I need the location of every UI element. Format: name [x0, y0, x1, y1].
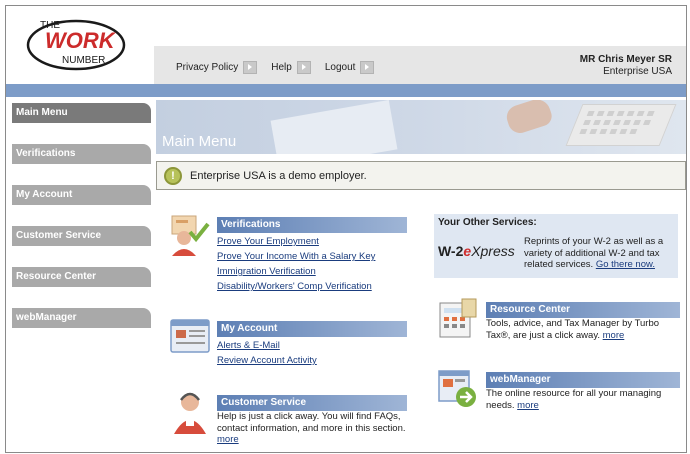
customer-service-icon	[174, 392, 206, 434]
review-account-activity-link[interactable]: Review Account Activity	[217, 353, 317, 368]
my-account-header[interactable]: My Account	[217, 321, 407, 337]
verifications-header[interactable]: Verifications	[217, 217, 407, 233]
arrow-right-icon	[243, 61, 258, 74]
webmanager-icon	[438, 370, 476, 407]
resource-center-icon	[439, 298, 477, 338]
logo-number-text: NUMBER	[62, 55, 105, 66]
alerts-email-link[interactable]: Alerts & E-Mail	[217, 338, 317, 353]
my-account-icon	[170, 319, 210, 353]
header-divider	[6, 84, 686, 97]
webmanager-description: The online resource for all your managin…	[486, 388, 680, 411]
resource-center-header[interactable]: Resource Center	[486, 302, 680, 318]
logout-link[interactable]: Logout	[325, 61, 375, 74]
customer-service-text: Help is just a click away. You will find…	[217, 411, 406, 434]
my-account-links: Alerts & E-Mail Review Account Activity	[217, 338, 317, 368]
resource-center-more-link[interactable]: more	[603, 330, 625, 341]
customer-service-header[interactable]: Customer Service	[217, 395, 407, 411]
top-links: Privacy Policy Help Logout	[176, 61, 388, 74]
page-title: Main Menu	[162, 133, 237, 150]
user-info: MR Chris Meyer SR Enterprise USA	[580, 54, 672, 78]
sidebar-item-main-menu[interactable]: Main Menu	[12, 103, 151, 123]
w2-xpress: Xpress	[471, 243, 515, 259]
the-work-number-logo[interactable]: THE WORK NUMBER	[20, 12, 132, 72]
webmanager-text: The online resource for all your managin…	[486, 388, 662, 411]
sidebar-item-my-account[interactable]: My Account	[12, 185, 151, 205]
verifications-icon	[171, 215, 210, 256]
resource-center-description: Tools, advice, and Tax Manager by Turbo …	[486, 318, 680, 341]
prove-employment-link[interactable]: Prove Your Employment	[217, 234, 375, 249]
notice-text: Enterprise USA is a demo employer.	[190, 169, 367, 182]
exclamation-icon: !	[164, 166, 182, 185]
resource-center-text: Tools, advice, and Tax Manager by Turbo …	[486, 318, 660, 341]
main-menu-banner: Main Menu	[156, 100, 686, 154]
arrow-right-icon	[360, 61, 375, 74]
privacy-policy-label: Privacy Policy	[176, 62, 239, 73]
demo-employer-notice: ! Enterprise USA is a demo employer.	[156, 161, 686, 190]
webmanager-header[interactable]: webManager	[486, 372, 680, 388]
w2-express-logo[interactable]: W-2eXpress	[438, 243, 515, 259]
arrow-right-icon	[296, 61, 311, 74]
help-label: Help	[271, 62, 292, 73]
go-there-now-link[interactable]: Go there now.	[596, 259, 655, 270]
employer-name: Enterprise USA	[603, 66, 672, 77]
sidebar-item-webmanager[interactable]: webManager	[12, 308, 151, 328]
other-services-box: Your Other Services: W-2eXpress Reprints…	[434, 214, 678, 278]
app-window: THE WORK NUMBER Privacy Policy Help Logo…	[5, 5, 687, 453]
other-services-title: Your Other Services:	[438, 217, 537, 228]
immigration-verification-link[interactable]: Immigration Verification	[217, 264, 375, 279]
sidebar-item-verifications[interactable]: Verifications	[12, 144, 151, 164]
customer-service-description: Help is just a click away. You will find…	[217, 411, 409, 446]
customer-service-more-link[interactable]: more	[217, 434, 239, 445]
keyboard-graphic	[565, 104, 677, 146]
disability-workers-comp-link[interactable]: Disability/Workers' Comp Verification	[217, 279, 375, 294]
prove-income-link[interactable]: Prove Your Income With a Salary Key	[217, 249, 375, 264]
privacy-policy-link[interactable]: Privacy Policy	[176, 61, 258, 74]
w2-express-description: Reprints of your W-2 as well as a variet…	[524, 236, 676, 271]
banner-hand-graphic	[503, 100, 555, 137]
help-link[interactable]: Help	[271, 61, 311, 74]
user-name: MR Chris Meyer SR	[579, 54, 672, 65]
banner-paper-graphic	[270, 100, 398, 154]
sidebar: Main Menu Verifications My Account Custo…	[6, 97, 153, 452]
logo-work-text: WORK	[45, 28, 117, 53]
webmanager-more-link[interactable]: more	[517, 400, 539, 411]
w2-prefix: W-2	[438, 243, 464, 259]
sidebar-item-customer-service[interactable]: Customer Service	[12, 226, 151, 246]
verifications-links: Prove Your Employment Prove Your Income …	[217, 234, 375, 294]
top-bar: Privacy Policy Help Logout MR Chris Meye…	[154, 46, 686, 84]
logout-label: Logout	[324, 62, 356, 73]
sidebar-item-resource-center[interactable]: Resource Center	[12, 267, 151, 287]
